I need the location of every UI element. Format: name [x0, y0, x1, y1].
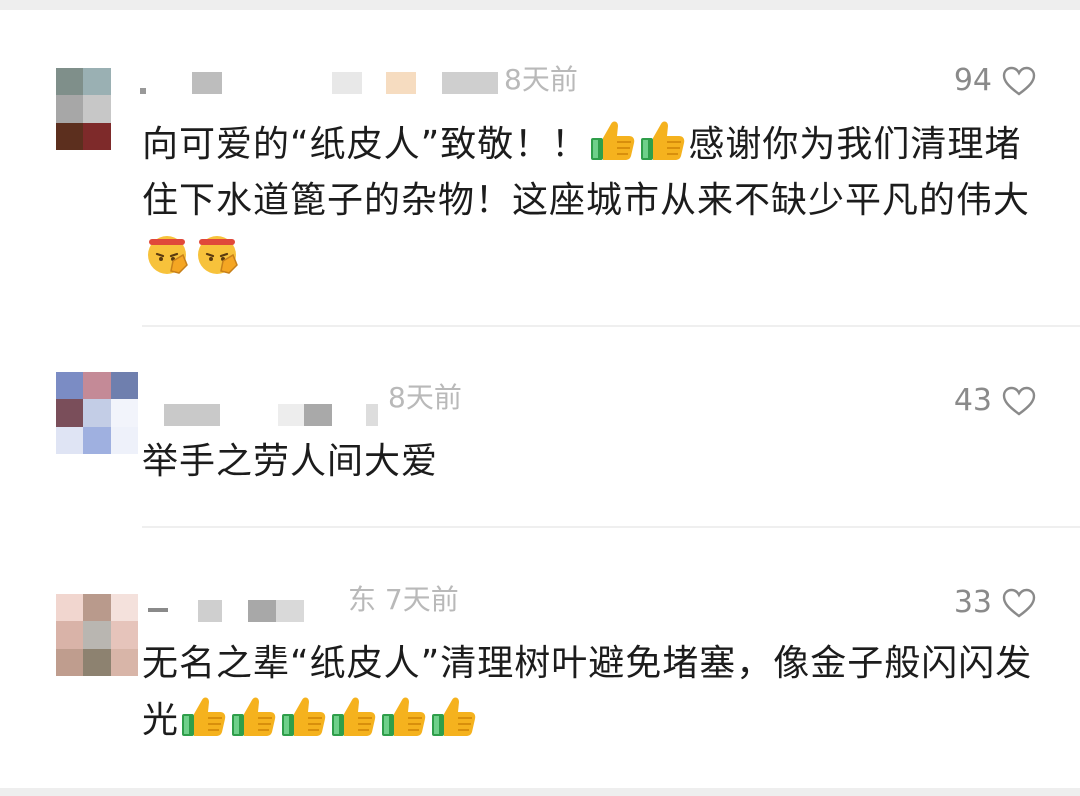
thumbs-up-icon [232, 697, 276, 736]
heart-icon [1002, 386, 1036, 416]
thumbs-up-icon [182, 697, 226, 736]
thumbs-up-icon [641, 121, 685, 160]
thumbs-up-icon [382, 697, 426, 736]
like-count: 33 [953, 585, 992, 620]
avatar[interactable] [56, 594, 138, 676]
divider [142, 526, 1080, 528]
heart-icon [1002, 66, 1036, 96]
top-edge [0, 0, 1080, 10]
comment-time: 8天前 [504, 63, 578, 96]
avatar[interactable] [56, 372, 138, 454]
comment-text: 无名之辈“纸皮人”清理树叶避免堵塞，像金子般闪闪发光 [142, 643, 1033, 741]
comment-time: 8天前 [388, 381, 462, 414]
heart-icon [1002, 588, 1036, 618]
like-count: 43 [953, 383, 992, 418]
divider [142, 325, 1080, 327]
comment-time: 东 7天前 [348, 583, 459, 616]
username-redacted[interactable] [140, 398, 400, 428]
thumbs-up-icon [591, 121, 635, 160]
salute-face-icon [148, 236, 188, 274]
avatar[interactable] [56, 68, 138, 150]
like-count: 94 [953, 63, 992, 98]
salute-face-icon [198, 236, 238, 274]
comment-text: 向可爱的“纸皮人”致敬！！ 感谢你为我们清理堵住下水道篦子的杂物！这座城市从来不缺… [142, 116, 1042, 286]
like-button[interactable]: 33 [954, 586, 1036, 620]
username-redacted[interactable] [140, 594, 340, 624]
emoji-group [588, 121, 688, 165]
thumbs-up-icon [332, 697, 376, 736]
username-redacted[interactable] [140, 66, 500, 96]
bottom-edge [0, 788, 1080, 796]
like-button[interactable]: 94 [954, 64, 1036, 98]
comment-text: 举手之劳人间大爱 [142, 441, 439, 482]
thumbs-up-icon [282, 697, 326, 736]
like-button[interactable]: 43 [954, 384, 1036, 418]
emoji-group [142, 236, 242, 278]
emoji-group [179, 697, 479, 741]
thumbs-up-icon [432, 697, 476, 736]
